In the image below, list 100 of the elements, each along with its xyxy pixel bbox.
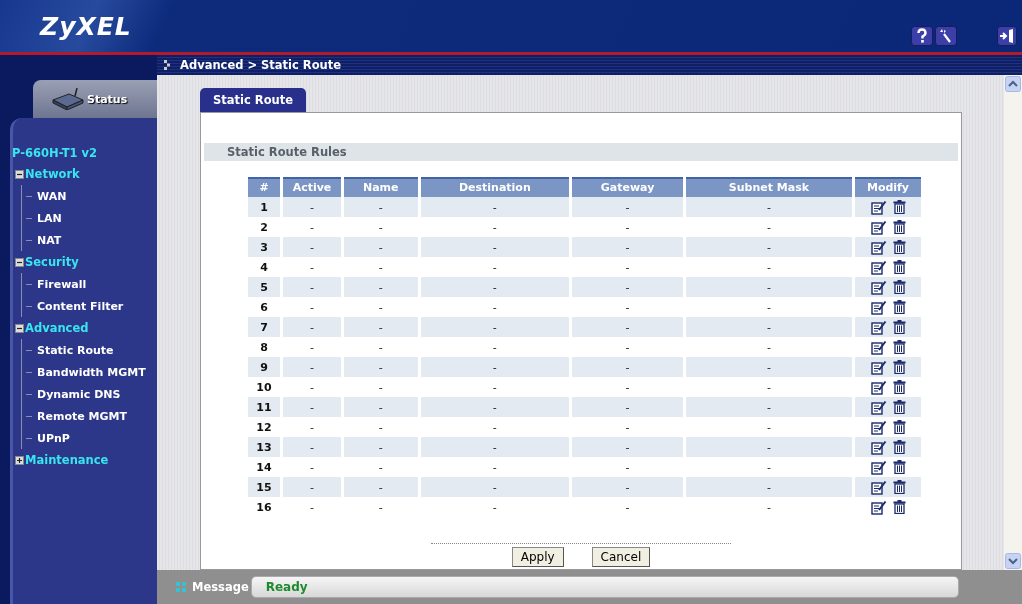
model-name: P-660H-T1 v2 xyxy=(12,146,99,162)
form-button[interactable]: Apply xyxy=(511,547,564,567)
table-cell: - xyxy=(572,237,683,257)
nav-section[interactable]: Security xyxy=(25,255,79,269)
column-header: Active xyxy=(283,177,341,197)
nav-item[interactable]: NAT xyxy=(37,233,62,247)
nav-item[interactable]: Remote MGMT xyxy=(37,409,127,423)
table-cell: - xyxy=(572,477,683,497)
edit-icon[interactable] xyxy=(870,299,887,315)
table-cell: - xyxy=(283,277,341,297)
nav-item[interactable]: Firewall xyxy=(37,277,87,291)
trash-icon[interactable] xyxy=(892,220,906,234)
column-header: # xyxy=(248,177,280,197)
trash-icon[interactable] xyxy=(892,440,906,454)
trash-icon[interactable] xyxy=(892,280,906,294)
edit-icon[interactable] xyxy=(870,459,887,475)
nav-item[interactable]: WAN xyxy=(37,189,67,203)
edit-icon[interactable] xyxy=(870,259,887,275)
nav-item[interactable]: LAN xyxy=(37,211,62,225)
edit-icon[interactable] xyxy=(870,419,887,435)
nav-section[interactable]: Maintenance xyxy=(25,453,109,467)
table-cell: 7 xyxy=(248,317,280,337)
table-cell: - xyxy=(344,237,418,257)
edit-icon[interactable] xyxy=(870,359,887,375)
edit-icon[interactable] xyxy=(870,219,887,235)
table-cell: - xyxy=(344,437,418,457)
nav-item[interactable]: Static Route xyxy=(37,343,114,357)
help-icon[interactable] xyxy=(911,26,933,46)
trash-icon[interactable] xyxy=(892,240,906,254)
table-cell: - xyxy=(572,437,683,457)
form-button[interactable]: Cancel xyxy=(591,547,651,567)
edit-icon[interactable] xyxy=(870,479,887,495)
scrollbar[interactable] xyxy=(1004,75,1022,570)
expand-icon[interactable] xyxy=(15,455,24,465)
edit-icon[interactable] xyxy=(870,279,887,295)
column-header: Modify xyxy=(855,177,921,197)
table-cell: - xyxy=(686,237,852,257)
trash-icon[interactable] xyxy=(892,480,906,494)
trash-icon[interactable] xyxy=(892,500,906,514)
nav-item[interactable]: Dynamic DNS xyxy=(37,387,121,401)
logout-icon[interactable] xyxy=(997,26,1017,46)
table-cell: - xyxy=(420,357,570,377)
table-cell: - xyxy=(283,437,341,457)
table-cell: - xyxy=(420,437,570,457)
trash-icon[interactable] xyxy=(892,400,906,414)
table-cell: 15 xyxy=(248,477,280,497)
table-cell: - xyxy=(344,197,418,217)
edit-icon[interactable] xyxy=(870,199,887,215)
table-cell: - xyxy=(686,357,852,377)
table-cell: - xyxy=(283,197,341,217)
tab[interactable]: Static Route xyxy=(200,88,307,112)
trash-icon[interactable] xyxy=(892,300,906,314)
trash-icon[interactable] xyxy=(892,460,906,474)
table-cell: - xyxy=(344,357,418,377)
table-cell: - xyxy=(420,237,570,257)
trash-icon[interactable] xyxy=(892,340,906,354)
message-label: Message xyxy=(192,580,249,594)
table-cell: - xyxy=(686,397,852,417)
trash-icon[interactable] xyxy=(892,320,906,334)
nav-section[interactable]: Network xyxy=(25,167,80,181)
edit-icon[interactable] xyxy=(870,239,887,255)
table-cell: - xyxy=(686,477,852,497)
table-cell: 3 xyxy=(248,237,280,257)
table-cell: - xyxy=(686,437,852,457)
breadcrumb: Advanced > Static Route xyxy=(180,58,342,72)
nav-item[interactable]: Content Filter xyxy=(37,299,124,313)
nav-item[interactable]: UPnP xyxy=(37,431,70,445)
grip-icon xyxy=(176,582,186,592)
table-cell: - xyxy=(344,277,418,297)
trash-icon[interactable] xyxy=(892,360,906,374)
scroll-up-icon[interactable] xyxy=(1005,76,1021,92)
trash-icon[interactable] xyxy=(892,260,906,274)
table-cell: - xyxy=(420,477,570,497)
edit-icon[interactable] xyxy=(870,439,887,455)
edit-icon[interactable] xyxy=(870,399,887,415)
collapse-icon[interactable] xyxy=(15,257,24,267)
column-header: Gateway xyxy=(572,177,683,197)
trash-icon[interactable] xyxy=(892,420,906,434)
scroll-down-icon[interactable] xyxy=(1005,553,1021,569)
edit-icon[interactable] xyxy=(870,319,887,335)
edit-icon[interactable] xyxy=(870,339,887,355)
nav-item[interactable]: Bandwidth MGMT xyxy=(37,365,146,379)
collapse-icon[interactable] xyxy=(15,323,24,333)
trash-icon[interactable] xyxy=(892,380,906,394)
edit-icon[interactable] xyxy=(870,499,887,515)
table-cell: - xyxy=(572,277,683,297)
wizard-icon[interactable] xyxy=(935,26,957,46)
table-cell: - xyxy=(686,277,852,297)
edit-icon[interactable] xyxy=(870,379,887,395)
column-header: Name xyxy=(344,177,418,197)
table-cell: - xyxy=(344,477,418,497)
collapse-icon[interactable] xyxy=(15,169,24,179)
message-field: Ready xyxy=(250,576,959,598)
table-cell: - xyxy=(283,317,341,337)
nav-section[interactable]: Advanced xyxy=(25,321,89,335)
table-cell: - xyxy=(572,357,683,377)
table-cell: - xyxy=(686,317,852,337)
trash-icon[interactable] xyxy=(892,200,906,214)
table-cell: - xyxy=(420,317,570,337)
router-icon xyxy=(51,88,85,110)
